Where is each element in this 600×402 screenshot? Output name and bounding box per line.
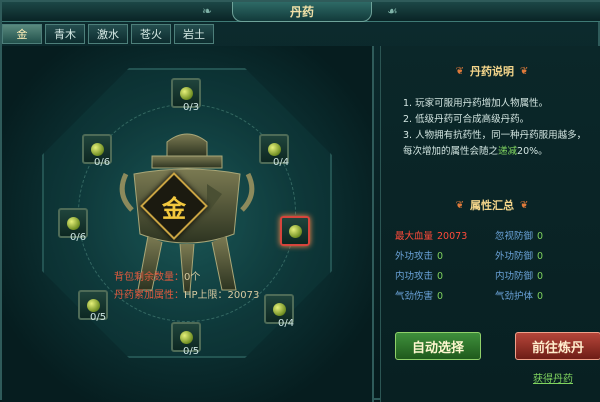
info-panel: ❦ 丹药说明 ❦ 1. 玩家可服用丹药增加人物属性。 2. 低级丹药可合成高级丹… [380,46,600,402]
accum-attr-value: HP上限：20073 [184,290,260,301]
element-tabs: 金 青木 激水 苍火 岩土 [2,24,214,44]
pill-slot-selected[interactable] [280,216,310,246]
element-glyph: 金 [162,194,186,223]
scroll-ornament-icon: ❦ [520,65,529,77]
tab-fire[interactable]: 苍火 [131,24,171,44]
accum-attr: 丹药累加属性：HP上限：20073 [114,286,259,301]
slot-count: 0/4 [273,157,290,168]
left-ornament-icon: ❧ [202,4,213,18]
attr-title: 属性汇总 [470,199,514,212]
get-pills-link[interactable]: 获得丹药 [533,370,573,385]
rule-line-3b-end: 20%。 [517,146,548,157]
pill-icon [86,298,100,312]
pill-icon [267,142,281,156]
scroll-ornament-icon: ❦ [520,199,529,211]
pill-icon [179,86,193,100]
slot-count: 0/3 [183,102,200,113]
accum-attr-label: 丹药累加属性： [114,290,184,301]
pill-window: ❧ 丹药 ☙ 金 青木 激水 苍火 岩土 金 0/3 0/6 0/4 0/6 0… [0,0,600,402]
pill-icon [90,142,104,156]
rules-title: 丹药说明 [470,65,514,78]
attr-header: ❦ 属性汇总 ❦ [381,196,600,214]
attr-ext-def: 外功防御 0 [495,251,544,262]
attr-qi-guard: 气劲护体 0 [495,291,544,302]
right-ornament-icon: ☙ [387,4,398,18]
tab-water[interactable]: 激水 [88,24,128,44]
rules-text: 1. 玩家可服用丹药增加人物属性。 2. 低级丹药可合成高级丹药。 3. 人物拥… [403,96,598,160]
rule-line-3b: 每次增加的属性会随之递减20%。 [403,144,598,160]
bag-remaining-label: 背包剩余数量： [114,272,184,283]
slot-count: 0/5 [90,312,107,323]
tab-wood[interactable]: 青木 [45,24,85,44]
rule-emphasis: 递减 [498,146,518,157]
tab-earth[interactable]: 岩土 [174,24,214,44]
pill-icon [272,302,286,316]
attr-int-atk: 内功攻击 0 [395,271,444,282]
tab-metal[interactable]: 金 [2,24,42,44]
bag-remaining-value: 0个 [184,272,201,283]
slot-count: 0/4 [278,318,295,329]
pill-panel: 金 0/3 0/6 0/4 0/6 0/5 0/4 0/5 背包剩余数量：0个 … [2,46,374,402]
auto-select-button[interactable]: 自动选择 [395,332,481,360]
pill-icon [288,224,302,238]
rule-line-2: 2. 低级丹药可合成高级丹药。 [403,114,530,125]
scroll-ornament-icon: ❦ [455,199,464,211]
pill-icon [66,216,80,230]
rule-line-3b-text: 每次增加的属性会随之 [403,146,499,157]
window-title: 丹药 [232,2,372,22]
slot-count: 0/6 [94,157,111,168]
slot-count: 0/6 [70,232,87,243]
scroll-ornament-icon: ❦ [455,65,464,77]
go-refine-button[interactable]: 前往炼丹 [515,332,600,360]
attr-qi-dmg: 气劲伤害 0 [395,291,444,302]
title-bar: ❧ 丹药 ☙ [2,2,600,22]
rules-header: ❦ 丹药说明 ❦ [381,62,600,80]
attr-max-hp: 最大血量 20073 [395,231,468,242]
attr-int-def: 内功防御 0 [495,271,544,282]
rule-line-3a: 3. 人物拥有抗药性，同一种丹药服用越多， [403,130,587,141]
rule-line-1: 1. 玩家可服用丹药增加人物属性。 [403,98,549,109]
pill-icon [179,330,193,344]
slot-count: 0/5 [183,346,200,357]
attr-ignore-def: 忽视防御 0 [495,231,544,242]
bag-remaining: 背包剩余数量：0个 [114,268,200,283]
attr-ext-atk: 外功攻击 0 [395,251,444,262]
attr-grid: 最大血量 20073 忽视防御 0 外功攻击 0 外功防御 0 内功攻击 0 内功防御 0 … [395,228,595,302]
